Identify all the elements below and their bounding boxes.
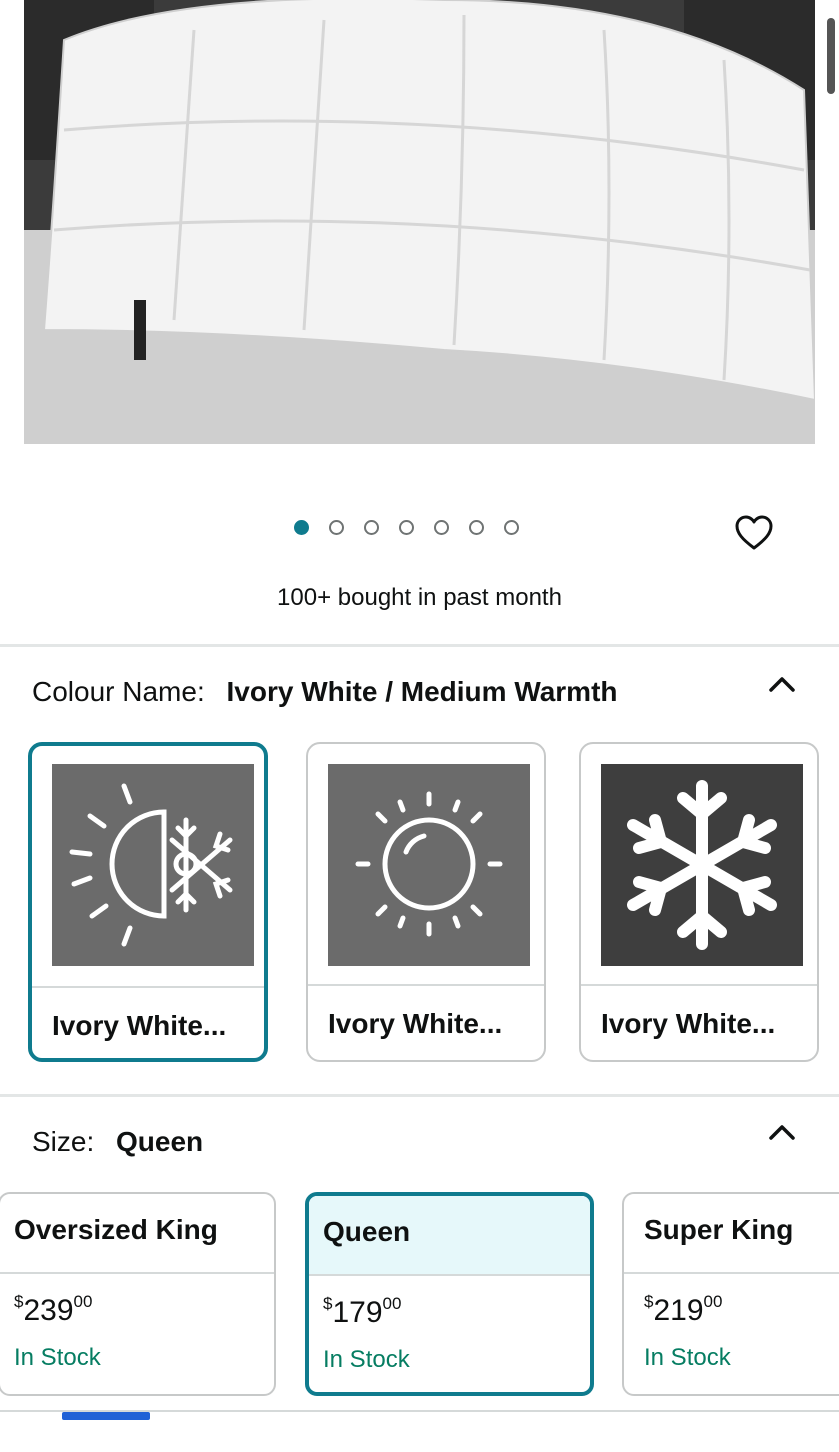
sun-icon <box>328 764 530 966</box>
pagination-dot-4[interactable] <box>399 520 414 535</box>
snowflake-icon <box>601 764 803 966</box>
size-option-divider <box>309 1274 590 1276</box>
size-option-super-king[interactable]: Super King $21900 In Stock <box>622 1192 839 1396</box>
chevron-up-icon[interactable] <box>766 674 798 694</box>
price-fraction: 00 <box>703 1292 723 1311</box>
size-selected-value: Queen <box>116 1126 204 1157</box>
colour-option-label: Ivory White... <box>601 1008 776 1039</box>
colour-option-3[interactable]: Ivory White... <box>579 742 819 1062</box>
size-option-queen[interactable]: Queen $17900 In Stock <box>305 1192 594 1396</box>
size-option-name: Oversized King <box>14 1214 218 1245</box>
pagination-dot-1[interactable] <box>294 520 309 535</box>
size-option-name: Queen <box>323 1216 411 1247</box>
swatch-divider <box>308 984 544 986</box>
size-option-price: $23900 <box>14 1292 93 1328</box>
pagination-dot-3[interactable] <box>364 520 379 535</box>
size-option-header: Super King <box>624 1194 839 1272</box>
price-fraction: 00 <box>73 1292 93 1311</box>
section-divider <box>0 644 839 647</box>
colour-option-2[interactable]: Ivory White... <box>306 742 546 1062</box>
stock-status: In Stock <box>644 1344 731 1371</box>
bought-count: 100+ bought in past month <box>277 584 562 611</box>
colour-option-label: Ivory White... <box>52 1010 227 1041</box>
colour-option-label: Ivory White... <box>328 1008 503 1039</box>
stock-status: In Stock <box>323 1346 410 1373</box>
colour-header: Colour Name: Ivory White / Medium Warmth <box>32 676 618 708</box>
price-fraction: 00 <box>382 1294 402 1313</box>
duvet-illustration <box>24 0 815 444</box>
image-pagination <box>294 520 519 542</box>
product-image[interactable] <box>24 0 815 444</box>
currency-symbol: $ <box>644 1292 654 1311</box>
size-option-price: $17900 <box>323 1294 402 1330</box>
size-option-divider <box>624 1272 839 1274</box>
size-option-name: Super King <box>644 1214 794 1245</box>
colour-key-label: Colour Name: <box>32 676 205 707</box>
pagination-dot-5[interactable] <box>434 520 449 535</box>
currency-symbol: $ <box>323 1294 333 1313</box>
pagination-dot-2[interactable] <box>329 520 344 535</box>
pagination-dot-6[interactable] <box>469 520 484 535</box>
currency-symbol: $ <box>14 1292 24 1311</box>
sun-snowflake-icon <box>52 764 254 966</box>
swatch-divider <box>32 986 264 988</box>
price-whole: 219 <box>653 1294 704 1327</box>
heart-icon[interactable] <box>734 514 774 554</box>
colour-selected-value: Ivory White / Medium Warmth <box>226 676 618 707</box>
swatch-divider <box>581 984 817 986</box>
price-whole: 239 <box>23 1294 74 1327</box>
size-option-header: Oversized King <box>0 1194 274 1272</box>
pagination-dot-7[interactable] <box>504 520 519 535</box>
size-option-divider <box>0 1272 274 1274</box>
next-section-tab-indicator <box>62 1412 150 1420</box>
colour-option-1[interactable]: Ivory White... <box>28 742 268 1062</box>
scrollbar[interactable] <box>827 18 835 94</box>
section-divider <box>0 1094 839 1097</box>
size-option-price: $21900 <box>644 1292 723 1328</box>
size-option-header: Queen <box>309 1196 590 1274</box>
size-header: Size: Queen <box>32 1126 203 1158</box>
size-key-label: Size: <box>32 1126 95 1157</box>
size-option-oversized-king[interactable]: Oversized King $23900 In Stock <box>0 1192 276 1396</box>
chevron-up-icon[interactable] <box>766 1122 798 1142</box>
stock-status: In Stock <box>14 1344 101 1371</box>
price-whole: 179 <box>332 1296 383 1329</box>
